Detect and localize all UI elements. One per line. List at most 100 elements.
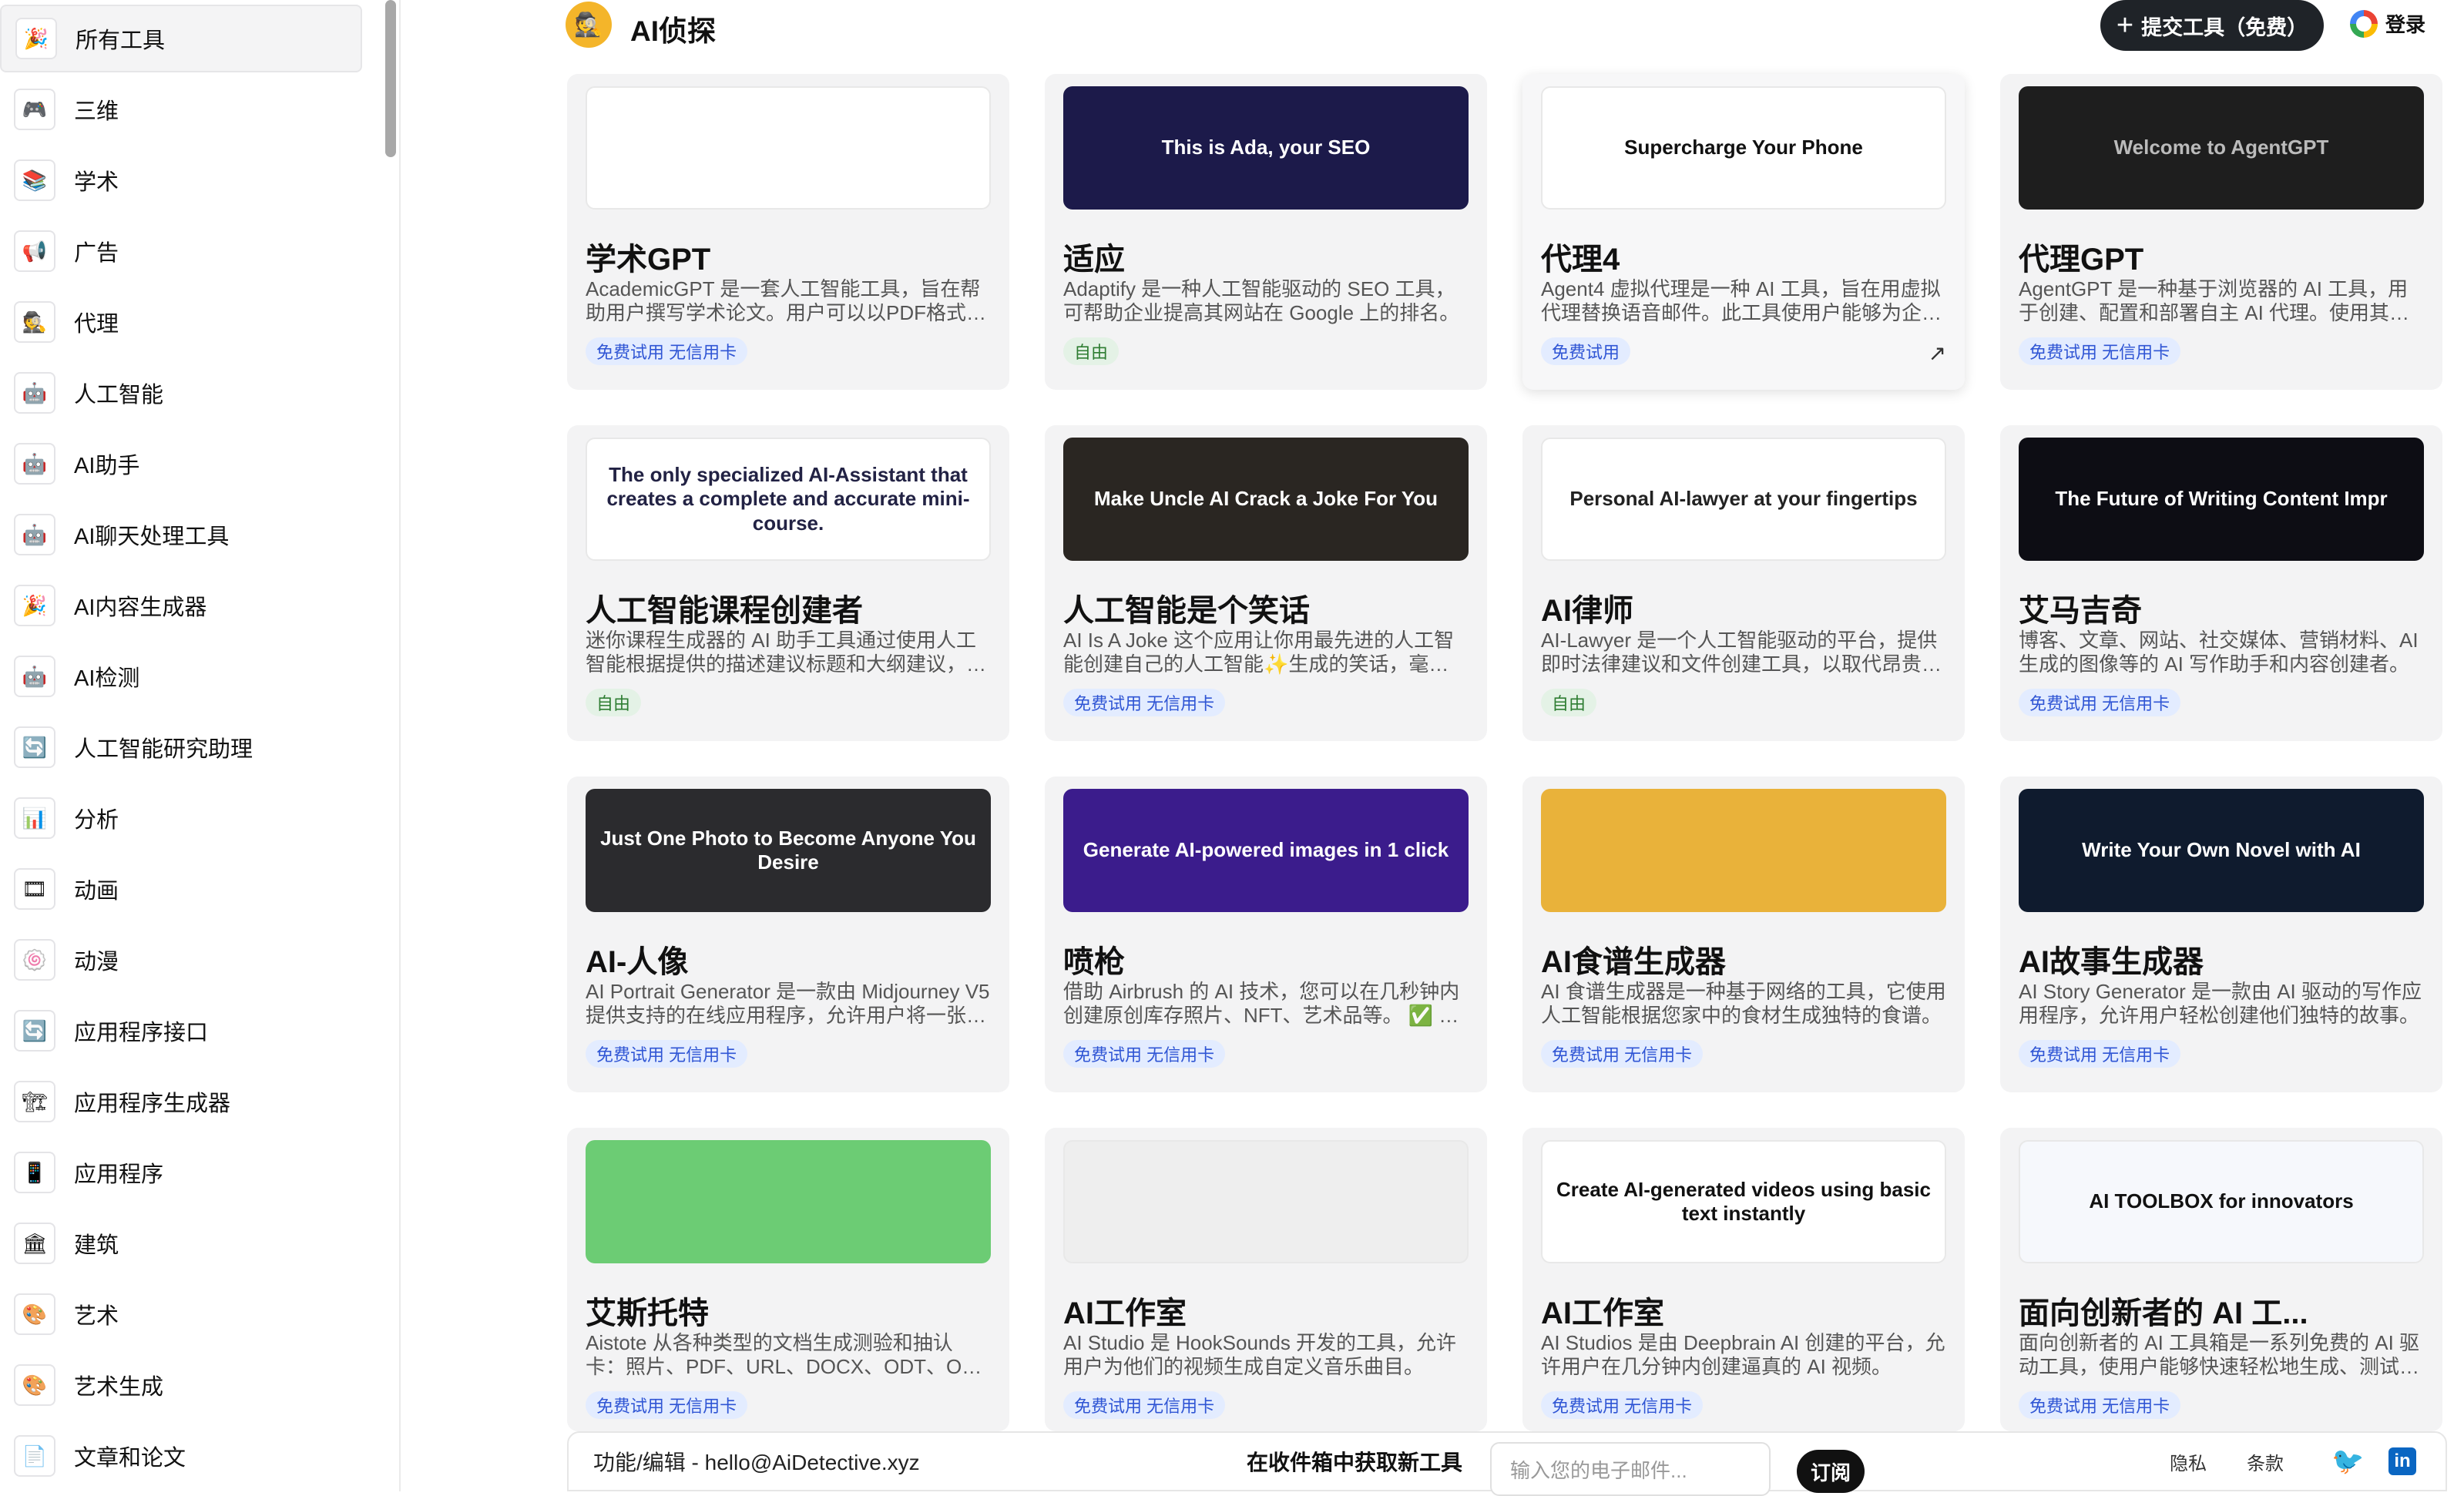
footer-contact[interactable]: 功能/编辑 - hello@AiDetective.xyz <box>593 1446 920 1477</box>
tool-card[interactable]: AI工作室 AI Studio 是 HookSounds 开发的工具，允许用户为他… <box>1045 1128 1487 1431</box>
pricing-badge: 免费试用 无信用卡 <box>2019 689 2181 716</box>
sidebar-item[interactable]: 📄 文章和论文 <box>0 1422 362 1490</box>
thumbnail-caption: Make Uncle AI Crack a Joke For You <box>1093 487 1438 511</box>
twitter-icon[interactable]: 🐦 <box>2331 1446 2364 1477</box>
category-icon: 🏗 <box>14 1081 55 1122</box>
site-title[interactable]: AI侦探 <box>630 8 716 49</box>
tool-card[interactable]: Personal AI-lawyer at your fingertips AI律… <box>1522 425 1965 741</box>
thumbnail-caption <box>780 1194 796 1209</box>
tool-card[interactable]: 学术GPT AcademicGPT 是一套人工智能工具，旨在帮助用户撰写学术论文。… <box>567 74 1009 390</box>
category-icon: 🎉 <box>14 585 55 626</box>
sidebar-item-label: 艺术 <box>74 1304 119 1329</box>
sidebar-item[interactable]: 🔄 应用程序接口 <box>0 997 362 1065</box>
tool-card[interactable]: Supercharge Your Phone 代理4 Agent4 虚拟代理是一种 … <box>1522 74 1965 390</box>
external-link-icon[interactable]: ↗ <box>1929 340 1946 366</box>
linkedin-icon[interactable]: in <box>2388 1447 2416 1475</box>
tool-card[interactable]: The only specialized AI-Assistant that c… <box>567 425 1009 741</box>
sidebar-item[interactable]: 🔄 人工智能研究助理 <box>0 713 362 781</box>
category-icon: 🎨 <box>14 1364 55 1406</box>
thumbnail-caption: Welcome to AgentGPT <box>2113 136 2329 159</box>
tool-card[interactable]: Welcome to AgentGPT 代理GPT AgentGPT 是一种基于浏览… <box>2000 74 2442 390</box>
sidebar-item-label: 三维 <box>74 99 119 124</box>
sidebar-item[interactable]: 🤖 AI检测 <box>0 642 362 710</box>
sidebar-item-label: 人工智能研究助理 <box>74 737 253 762</box>
sidebar-item-label: 应用程序生成器 <box>74 1092 231 1116</box>
tool-title: AI故事生成器 <box>2019 945 2204 979</box>
tool-title: 喷枪 <box>1063 945 1125 979</box>
tool-thumbnail: The only specialized AI-Assistant that c… <box>586 438 991 561</box>
newsletter-label: 在收件箱中获取新工具 <box>1247 1451 1463 1474</box>
sidebar-item[interactable]: 🎞 动画 <box>0 855 362 923</box>
tool-card[interactable]: Just One Photo to Become Anyone You Desi… <box>567 777 1009 1092</box>
tool-card[interactable]: Create AI-generated videos using basic t… <box>1522 1128 1965 1431</box>
privacy-link[interactable]: 隐私 <box>2170 1448 2207 1475</box>
thumbnail-caption: Supercharge Your Phone <box>1624 136 1863 159</box>
tool-card[interactable]: Generate AI-powered images in 1 click 喷枪借… <box>1045 777 1487 1092</box>
sidebar-item-label: AI助手 <box>74 454 140 478</box>
thumbnail-caption: This is Ada, your SEO <box>1161 136 1371 159</box>
login-label: 登录 <box>2385 13 2426 36</box>
sidebar-item[interactable]: 🎨 艺术 <box>0 1280 362 1348</box>
sidebar-item[interactable]: 🏗 应用程序生成器 <box>0 1068 362 1135</box>
tool-thumbnail <box>586 1140 991 1263</box>
sidebar-item[interactable]: 📚 学术 <box>0 146 362 214</box>
tool-card[interactable]: AI TOOLBOX for innovators 面向创新者的 AI 工... 面… <box>2000 1128 2442 1431</box>
category-icon: 🏛 <box>14 1223 55 1264</box>
tool-title: AI工作室 <box>1063 1296 1187 1330</box>
tool-title: 代理GPT <box>2019 243 2144 277</box>
detective-logo-icon[interactable]: 🕵 <box>566 2 612 48</box>
tool-description: AI Studios 是由 Deepbrain AI 创建的平台，允许用户在几分… <box>1541 1331 1945 1378</box>
tool-thumbnail: Write Your Own Novel with AI <box>2019 789 2424 912</box>
sidebar-item-label: 广告 <box>74 241 119 266</box>
sidebar-item-label: 所有工具 <box>76 29 166 53</box>
sidebar-item[interactable]: 🎉 所有工具 <box>0 5 362 72</box>
tool-thumbnail: Make Uncle AI Crack a Joke For You <box>1063 438 1469 561</box>
category-icon: 🔄 <box>14 1010 55 1052</box>
thumbnail-caption: Write Your Own Novel with AI <box>2082 838 2361 862</box>
category-icon: 📄 <box>14 1435 55 1477</box>
category-icon: 🤖 <box>14 656 55 697</box>
tool-description: 迷你课程生成器的 AI 助手工具通过使用人工智能根据提供的描述建议标题和大纲建议… <box>586 629 987 676</box>
sidebar-item[interactable]: 🎮 三维 <box>0 75 362 143</box>
tool-card[interactable]: Make Uncle AI Crack a Joke For You 人工智能是个… <box>1045 425 1487 741</box>
tool-title: 适应 <box>1063 243 1125 277</box>
category-icon: 🔄 <box>14 726 55 768</box>
sidebar-item-label: 文章和论文 <box>74 1446 186 1471</box>
footer-bar: 功能/编辑 - hello@AiDetective.xyz 在收件箱中获取新工具… <box>567 1431 2447 1496</box>
sidebar-scrollbar[interactable] <box>385 0 396 157</box>
terms-link[interactable]: 条款 <box>2247 1448 2284 1475</box>
email-input[interactable]: 输入您的电子邮件... <box>1490 1442 1771 1496</box>
tool-description: AI Portrait Generator 是一款由 Midjourney V5… <box>586 980 990 1027</box>
sidebar-item[interactable]: 🎨 艺术生成 <box>0 1351 362 1419</box>
sidebar-item[interactable]: 🍥 动漫 <box>0 926 362 994</box>
tool-card[interactable]: The Future of Writing Content Impr 艾马吉奇 博客… <box>2000 425 2442 741</box>
tool-card[interactable]: 艾斯托特 Aistote 从各种类型的文档生成测验和抽认卡：照片、PDF、URL、… <box>567 1128 1009 1431</box>
sidebar-item[interactable]: 📱 应用程序 <box>0 1139 362 1206</box>
tool-card[interactable]: Write Your Own Novel with AI AI故事生成器 AI St… <box>2000 777 2442 1092</box>
subscribe-button[interactable]: 订阅 <box>1797 1450 1865 1493</box>
category-icon: 🕵 <box>14 301 55 343</box>
submit-tool-button[interactable]: + 提交工具（免费） <box>2100 0 2324 51</box>
tool-thumbnail: Welcome to AgentGPT <box>2019 86 2424 210</box>
sidebar-item-label: 建筑 <box>74 1233 119 1258</box>
sidebar-item[interactable]: 🕵 代理 <box>0 288 362 356</box>
category-icon: 🤖 <box>14 514 55 555</box>
sidebar-item-label: 代理 <box>74 312 119 337</box>
sidebar-item[interactable]: 📢 广告 <box>0 217 362 285</box>
sidebar-item-label: 应用程序 <box>74 1162 164 1187</box>
sidebar-item[interactable]: 🤖 AI助手 <box>0 430 362 498</box>
tool-thumbnail <box>586 86 991 210</box>
tool-card[interactable]: This is Ada, your SEO 适应 Adaptify 是一种人工智能驱… <box>1045 74 1487 390</box>
tool-title: 人工智能课程创建者 <box>586 594 863 628</box>
tool-description: AI Is A Joke 这个应用让你用最先进的人工智能创建自己的人工智能✨生成… <box>1063 629 1455 676</box>
sidebar-item[interactable]: 🎉 AI内容生成器 <box>0 572 362 639</box>
sidebar-item[interactable]: 🤖 AI聊天处理工具 <box>0 501 362 569</box>
sidebar-item[interactable]: 🏛 建筑 <box>0 1209 362 1277</box>
tool-thumbnail: The Future of Writing Content Impr <box>2019 438 2424 561</box>
sidebar-item[interactable]: 🤖 人工智能 <box>0 359 362 427</box>
pricing-badge: 免费试用 无信用卡 <box>586 1391 748 1419</box>
sidebar-item[interactable]: 📊 分析 <box>0 784 362 852</box>
tool-card[interactable]: AI食谱生成器 AI 食谱生成器是一种基于网络的工具，它使用人工智能根据您家中的食… <box>1522 777 1965 1092</box>
google-login-button[interactable]: 登录 <box>2350 9 2425 38</box>
tool-thumbnail: Personal AI-lawyer at your fingertips <box>1541 438 1946 561</box>
